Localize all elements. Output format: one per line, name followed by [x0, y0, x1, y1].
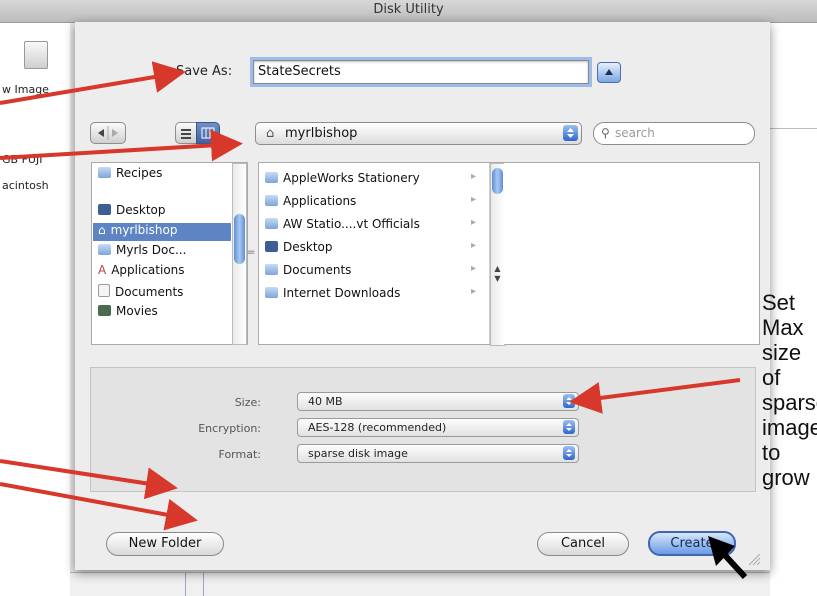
arrow-to-location [0, 129, 243, 162]
arrow-to-size [569, 378, 741, 414]
arrow-to-encryption [0, 459, 178, 500]
arrow-to-save-as [0, 61, 186, 105]
cursor-icon [708, 536, 748, 580]
arrow-to-format [0, 482, 198, 531]
annotation-arrows [0, 61, 748, 580]
